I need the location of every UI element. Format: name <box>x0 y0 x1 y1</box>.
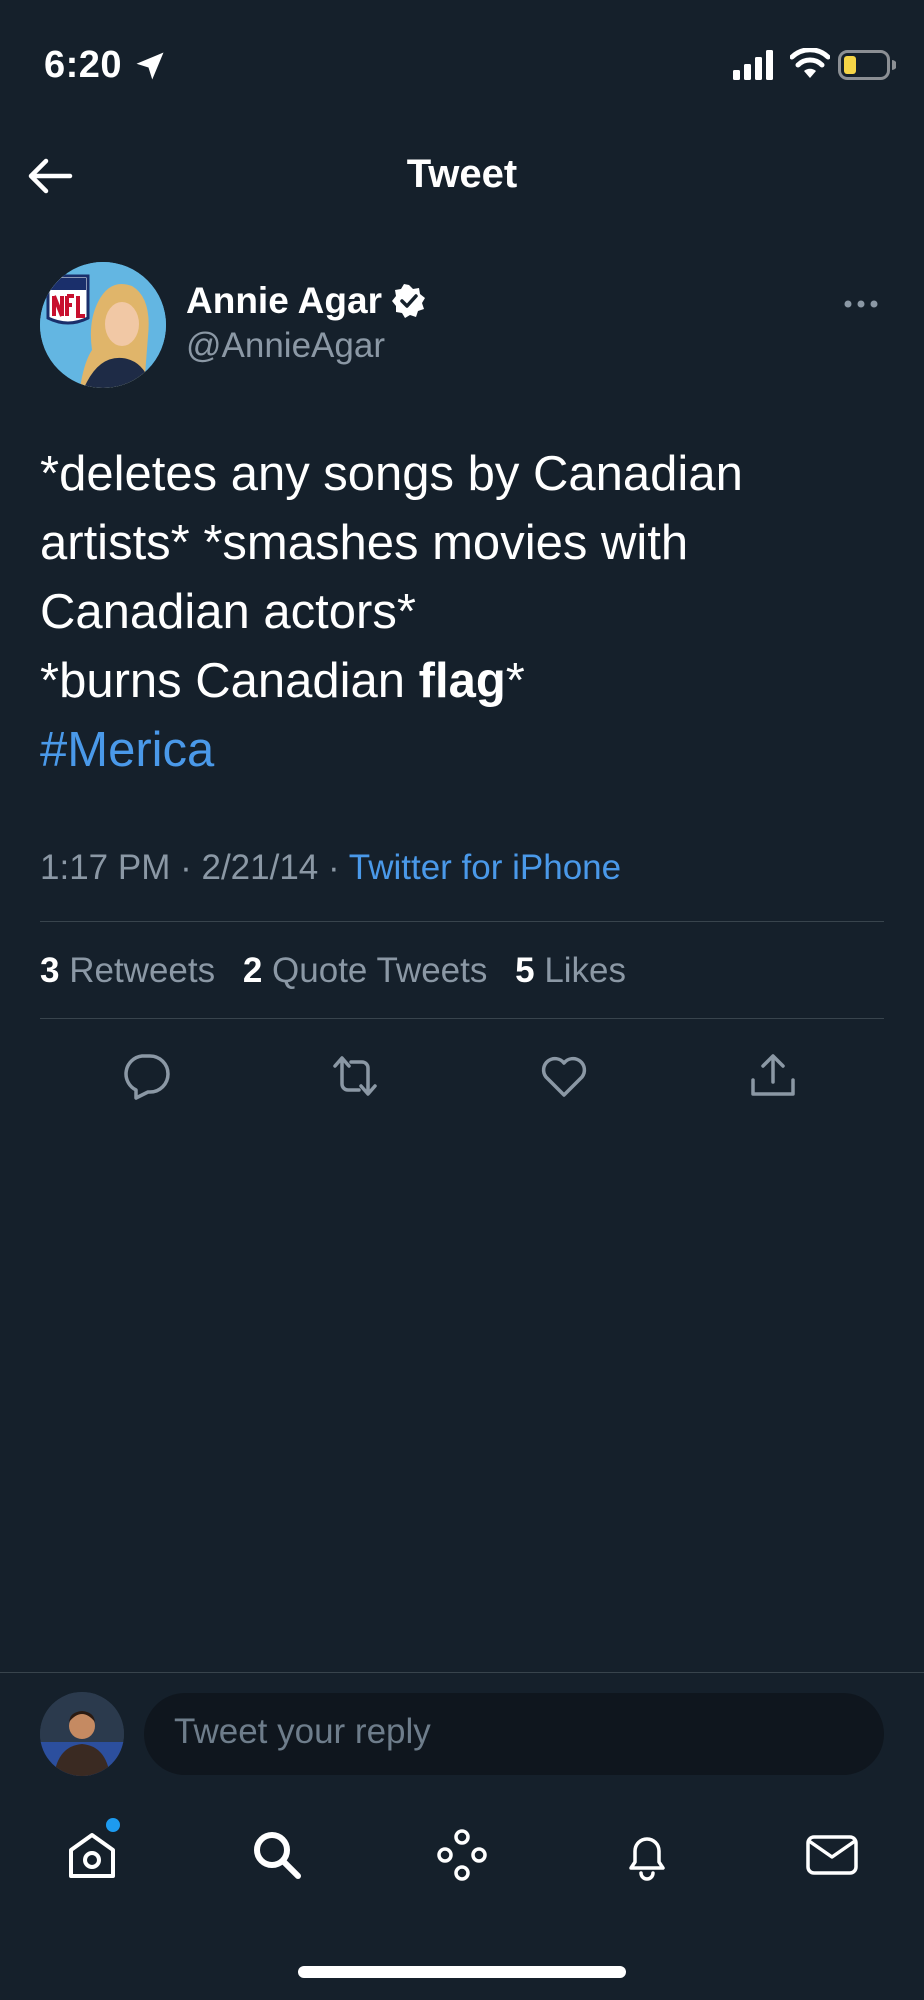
more-options-icon[interactable] <box>842 290 880 318</box>
home-icon[interactable] <box>63 1826 121 1884</box>
tweet-line: *burns Canadian flag* <box>40 647 890 716</box>
retweets-stat[interactable]: 3 Retweets <box>40 951 215 990</box>
divider <box>0 1672 924 1673</box>
retweet-icon[interactable] <box>329 1050 381 1102</box>
notifications-icon[interactable] <box>618 1826 676 1884</box>
divider <box>40 1018 884 1019</box>
author-handle[interactable]: @AnnieAgar <box>186 326 385 366</box>
tweet-source-link[interactable]: Twitter for iPhone <box>349 848 621 887</box>
cellular-signal-icon <box>733 50 773 80</box>
like-icon[interactable] <box>538 1050 590 1102</box>
retweets-count: 3 <box>40 951 60 990</box>
reply-icon[interactable] <box>120 1050 172 1102</box>
hashtag-link[interactable]: #Merica <box>40 716 890 785</box>
location-arrow-icon <box>136 52 164 80</box>
tweet-line: Canadian actors* <box>40 585 416 639</box>
verified-badge-icon <box>391 284 425 318</box>
likes-label: Likes <box>544 951 627 990</box>
tweet-line-part: *burns Canadian <box>40 654 419 708</box>
notification-dot <box>106 1818 120 1832</box>
quotes-label: Quote Tweets <box>272 951 488 990</box>
tweet-text: *deletes any songs by Canadian artists* … <box>40 440 890 785</box>
meta-separator: · <box>328 848 340 887</box>
spaces-icon[interactable] <box>433 1826 491 1884</box>
meta-separator: · <box>180 848 192 887</box>
author-avatar[interactable] <box>40 262 166 388</box>
battery-low-icon <box>838 50 896 80</box>
author-name-row[interactable]: Annie Agar <box>186 280 426 322</box>
divider <box>40 921 884 922</box>
tweet-line: *deletes any songs by Canadian <box>40 447 743 501</box>
page-title: Tweet <box>406 152 518 196</box>
home-indicator <box>298 1966 626 1978</box>
author-name[interactable]: Annie Agar <box>186 280 382 322</box>
tweet-bold-word: flag <box>418 654 506 708</box>
share-icon[interactable] <box>747 1050 799 1102</box>
quotes-count: 2 <box>242 951 263 990</box>
tweet-stats: 3 Retweets 2 Quote Tweets 5 Likes <box>40 951 626 991</box>
search-icon[interactable] <box>248 1826 306 1884</box>
tweet-line-part: * <box>505 654 525 708</box>
reply-placeholder: Tweet your reply <box>174 1712 431 1751</box>
likes-stat[interactable]: 5 Likes <box>515 951 626 990</box>
tweet-time: 1:17 PM <box>40 848 171 887</box>
tweet-line: artists* *smashes movies with <box>40 516 689 570</box>
user-avatar[interactable] <box>40 1692 124 1776</box>
likes-count: 5 <box>515 951 535 990</box>
tweet-date: 2/21/14 <box>201 848 319 887</box>
messages-icon[interactable] <box>803 1826 861 1884</box>
retweets-label: Retweets <box>69 951 216 990</box>
quotes-stat[interactable]: 2 Quote Tweets <box>243 951 488 990</box>
status-time: 6:20 <box>44 44 123 86</box>
tweet-meta: 1:17 PM · 2/21/14 · Twitter for iPhone <box>40 848 621 888</box>
wifi-icon <box>790 48 830 78</box>
